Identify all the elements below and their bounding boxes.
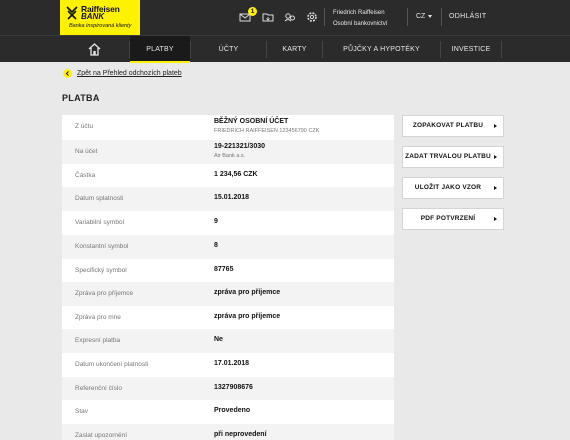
detail-value: 9 xyxy=(214,218,218,225)
detail-value: 8 xyxy=(214,242,218,249)
detail-value: zpráva pro příjemce xyxy=(214,289,281,296)
detail-label: Datum splatnosti xyxy=(75,195,124,202)
detail-row-variable-symbol: Variabilní symbol 9 xyxy=(62,211,394,235)
detail-row-express: Expresní platba Ne xyxy=(62,329,394,353)
detail-label: Zpráva pro mne xyxy=(75,314,121,321)
detail-row-end-date: Datum ukončení platnosti 17.01.2018 xyxy=(62,353,394,377)
detail-value: 87765 xyxy=(214,266,234,273)
detail-row-due-date: Datum splatnosti 15.01.2018 xyxy=(62,187,394,211)
button-label: ULOŽIT JAKO VZOR xyxy=(414,184,482,191)
gear-icon xyxy=(307,12,317,22)
detail-label: Expresní platba xyxy=(75,337,121,344)
detail-value: při neprovedení xyxy=(214,431,267,438)
detail-label: Referenční číslo xyxy=(75,385,122,392)
detail-value: zpráva pro příjemce xyxy=(214,313,281,320)
detail-row-from-account: Z účtu BĚŽNÝ OSOBNÍ ÚČET FRIEDRICH RAIFF… xyxy=(62,115,394,140)
button-label: ZADAT TRVALOU PLATBU xyxy=(405,153,491,160)
save-template-button[interactable]: ULOŽIT JAKO VZOR xyxy=(402,177,504,199)
people-icon xyxy=(284,13,295,22)
nav-divider xyxy=(501,41,502,58)
detail-value: 1327908676 xyxy=(214,384,253,391)
detail-value: 17.01.2018 xyxy=(214,360,250,367)
detail-subvalue: Air Bank a.s. xyxy=(214,153,246,159)
detail-label: Částka xyxy=(75,172,96,179)
detail-row-message-recipient: Zpráva pro příjemce zpráva pro příjemce xyxy=(62,282,394,306)
detail-label: Zaslat upozornění xyxy=(75,432,128,439)
detail-label: Z účtu xyxy=(75,123,94,130)
chevron-right-icon xyxy=(494,124,497,128)
detail-value: 15.01.2018 xyxy=(214,194,250,201)
user-name: Friedrich Raiffeisen xyxy=(333,10,385,16)
detail-label: Stav xyxy=(75,408,89,415)
pdf-confirmation-button[interactable]: PDF POTVRZENÍ xyxy=(402,208,504,230)
raiffeisen-logo-icon xyxy=(66,6,78,20)
detail-value: 19-221321/3030 xyxy=(214,143,265,150)
detail-value: 1 234,56 CZK xyxy=(214,171,258,178)
logout-button[interactable]: ODHLÁSIT xyxy=(449,13,486,20)
detail-row-message-me: Zpráva pro mne zpráva pro příjemce xyxy=(62,306,394,329)
nav-item-pujcky[interactable]: PŮJČKY A HYPOTÉKY xyxy=(323,36,440,63)
nav-item-platby[interactable]: PLATBY xyxy=(130,36,190,63)
detail-value: Provedeno xyxy=(214,407,251,414)
chevron-right-icon xyxy=(494,186,497,190)
detail-label: Zpráva pro příjemce xyxy=(75,290,134,297)
repeat-payment-button[interactable]: ZOPAKOVAT PLATBU xyxy=(402,115,504,137)
chevron-right-icon xyxy=(494,155,497,159)
detail-label: Na účet xyxy=(75,148,98,155)
detail-label: Konstantní symbol xyxy=(75,243,129,250)
header-divider xyxy=(324,8,325,26)
detail-label: Variabilní symbol xyxy=(75,219,125,226)
back-link[interactable]: Zpět na Přehled odchozích plateb xyxy=(63,69,182,78)
main-nav: PLATBY ÚČTY KARTY PŮJČKY A HYPOTÉKY INVE… xyxy=(0,35,570,63)
button-label: ZOPAKOVAT PLATBU xyxy=(412,122,484,129)
mail-button[interactable]: 1 xyxy=(238,7,257,25)
notification-badge: 1 xyxy=(248,7,257,16)
detail-row-status: Stav Provedeno xyxy=(62,400,394,424)
top-bar: Raiffeisen BANK Banka inspirovaná klient… xyxy=(0,0,570,35)
detail-row-reference: Referenční číslo 1327908676 xyxy=(62,377,394,400)
folder-icon xyxy=(262,13,274,22)
nav-item-karty[interactable]: KARTY xyxy=(267,36,322,63)
detail-row-to-account: Na účet 19-221321/3030 Air Bank a.s. xyxy=(62,140,394,164)
back-link-label: Zpět na Přehled odchozích plateb xyxy=(77,70,182,77)
settings-button[interactable] xyxy=(304,9,320,25)
standing-order-button[interactable]: ZADAT TRVALOU PLATBU xyxy=(402,146,504,168)
page-title: PLATBA xyxy=(62,93,100,103)
user-info[interactable]: Friedrich Raiffeisen Osobní bankovnictví xyxy=(333,8,387,30)
home-icon xyxy=(88,43,101,56)
contacts-button[interactable] xyxy=(282,9,298,25)
bank-logo[interactable]: Raiffeisen BANK Banka inspirovaná klient… xyxy=(60,0,140,35)
brand-tagline: Banka inspirovaná klienty xyxy=(69,23,132,29)
header-divider xyxy=(441,8,442,26)
top-icons: 1 xyxy=(238,7,320,27)
nav-home[interactable] xyxy=(78,36,111,63)
detail-subvalue: FRIEDRICH RAIFFEISEN 123456790 CZK xyxy=(214,128,320,134)
payment-detail-table: Z účtu BĚŽNÝ OSOBNÍ ÚČET FRIEDRICH RAIFF… xyxy=(62,115,394,440)
chevron-down-icon xyxy=(428,14,433,18)
chevron-right-icon xyxy=(494,217,497,221)
detail-row-constant-symbol: Konstantní symbol 8 xyxy=(62,235,394,259)
button-label: PDF POTVRZENÍ xyxy=(420,215,476,222)
user-role: Osobní bankovnictví xyxy=(333,21,388,27)
documents-button[interactable] xyxy=(260,9,276,25)
detail-value: BĚŽNÝ OSOBNÍ ÚČET xyxy=(214,118,289,125)
language-label: CZ xyxy=(416,13,426,20)
detail-value: Ne xyxy=(214,336,223,343)
header-divider xyxy=(407,8,408,26)
detail-row-notification: Zaslat upozornění při neprovedení xyxy=(62,424,394,440)
detail-label: Specifický symbol xyxy=(75,267,127,274)
language-selector[interactable]: CZ xyxy=(416,13,433,20)
nav-item-investice[interactable]: INVESTICE xyxy=(441,36,501,63)
detail-label: Datum ukončení platnosti xyxy=(75,361,149,368)
detail-row-specific-symbol: Specifický symbol 87765 xyxy=(62,259,394,282)
back-arrow-icon xyxy=(63,69,72,78)
detail-row-amount: Částka 1 234,56 CZK xyxy=(62,164,394,187)
brand-name-bank: BANK xyxy=(81,12,105,21)
nav-item-ucty[interactable]: ÚČTY xyxy=(191,36,266,63)
